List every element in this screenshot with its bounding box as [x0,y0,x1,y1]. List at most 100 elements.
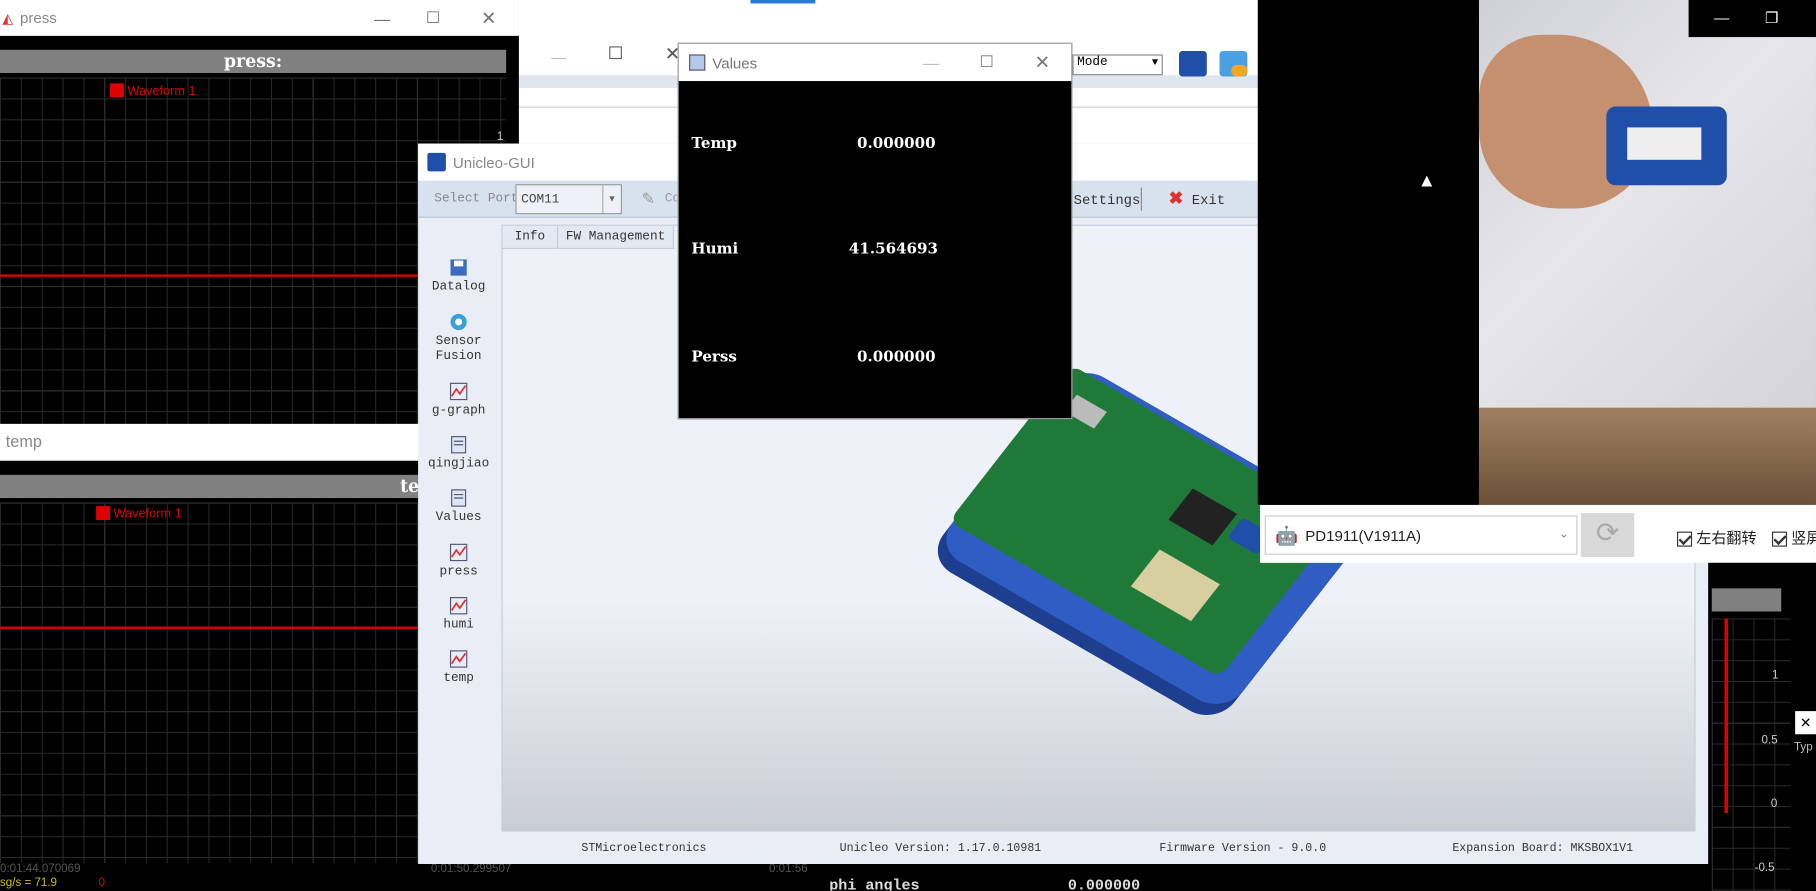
tab-info[interactable]: Info [502,225,559,250]
maximize-icon[interactable] [609,46,622,60]
time-label: 0:01:50.299507 [430,862,512,876]
window-title: Unicleo-GUI [452,153,535,171]
sidebar-item-temp[interactable]: temp [418,650,499,686]
maximize-icon[interactable]: ☐ [405,0,461,36]
humi-value: 41.564693 [848,240,938,259]
sidebar-item-press[interactable]: press [418,543,499,579]
flip-horizontal-checkbox[interactable]: 左右翻转 [1677,526,1757,548]
phone-mirror-window: — ❐ ▲ [1257,0,1816,505]
graph-icon [449,382,468,401]
flip-v-label: 竖屏 [1791,529,1816,547]
close-icon[interactable]: ✕ [1015,44,1071,80]
window-title: Values [712,53,758,72]
exit-button[interactable]: Exit [1192,192,1225,208]
time-label: 0:01:44.070069 [0,862,81,876]
legend-swatch [96,506,111,521]
plot-title-bar [1711,588,1782,612]
doc-icon [689,54,706,71]
camera-image [1478,0,1816,505]
flip-h-label: 左右翻转 [1696,529,1757,547]
cloud-icon[interactable] [1219,50,1248,77]
values-window: Values — ☐ ✕ Temp 0.000000 Humi 41.56469… [677,42,1073,420]
sidebar-item-sensor-fusion[interactable]: Sensor Fusion [418,313,499,365]
select-port-label: Select Port [434,192,519,207]
mirror-titlebar: — ❐ [1688,0,1816,38]
maximize-icon[interactable]: ☐ [959,44,1015,80]
st-logo-icon [427,152,446,172]
fw-value: 9.0.0 [1291,843,1327,856]
plug-icon: ✎ [641,188,656,208]
flip-vertical-checkbox[interactable]: 竖屏 [1771,526,1816,548]
checkbox-icon [1677,531,1693,547]
footer-board: Expansion Board: MKSBOX1V1 [1452,843,1633,856]
temp-waveform [0,626,420,629]
sidebar-item-datalog[interactable]: Datalog [418,258,499,294]
tick-label: 1 [1771,669,1779,683]
minimize-icon[interactable]: — [1714,9,1729,26]
perss-label: Perss [691,348,737,366]
doc-icon [451,436,467,454]
status-value: 0 [98,876,105,890]
mode-select[interactable]: Mode ▼ [1072,54,1163,76]
legend-swatch [110,83,124,98]
version-label: Unicleo Version: [839,843,951,856]
doc-icon [451,489,467,507]
sidebar-item-label: press [439,565,478,580]
right-plot: 1 0.5 0 -0.5 ✕ Typ [1708,562,1816,891]
sidebar-item-label: Values [435,510,482,525]
fw-label: Firmware Version - [1159,843,1285,856]
temp-value: 0.000000 [857,135,936,153]
sidebar-item-values[interactable]: Values [418,489,499,525]
plot-title: te [0,474,420,499]
fusion-icon [450,313,467,331]
chevron-down-icon: ▼ [1151,56,1159,69]
axis-tick: 1 [496,130,504,144]
sidebar-item-label: g-graph [431,404,486,419]
tick-label: 0.5 [1761,734,1778,748]
refresh-button[interactable]: ⟳ [1580,513,1635,558]
chart-icon: ◭ [2,9,14,27]
restore-icon[interactable]: ❐ [1765,9,1778,28]
sidebar-item-label: Datalog [431,280,486,295]
graph-icon [449,650,468,668]
graph-icon [449,543,468,562]
settings-button[interactable]: Settings [1074,192,1141,208]
mode-label: Mode [1077,55,1108,70]
chevron-down-icon: ▼ [602,185,621,214]
footer-firmware: Firmware Version - 9.0.0 [1159,843,1326,856]
humi-label: Humi [691,240,739,259]
plot-title: press: [0,49,507,73]
sidebar-item-humi[interactable]: humi [418,596,499,632]
plot-title-text: te [400,476,420,497]
robot-icon[interactable] [1179,50,1207,77]
window-title: press [19,9,57,27]
sidebar-item-g-graph[interactable]: g-graph [418,382,499,418]
sidebar-item-qingjiao[interactable]: qingjiao [418,435,499,471]
footer-version: Unicleo Version: 1.17.0.10981 [840,843,1042,856]
phone-control-bar: 🤖 PD1911(V1911A) ⌄ ⟳ 左右翻转 竖屏 [1260,504,1816,563]
port-select[interactable]: COM11 ▼ [515,184,622,215]
desktop: — ✕ Mode ▼ ◭ press — ☐ ✕ press: Waveform… [0,0,1816,891]
close-icon[interactable]: ✕ [1795,711,1816,735]
sidebar-item-label: qingjiao [428,457,490,472]
footer-company: STMicroelectronics [581,843,707,856]
temp-grid [0,502,420,863]
tab-fw-management[interactable]: FW Management [558,225,675,250]
sidebar-item-label: Sensor Fusion [435,334,482,364]
checkbox-icon [1771,531,1788,547]
android-icon: 🤖 [1275,526,1299,547]
legend-label: Waveform 1 [113,507,182,522]
cursor-icon: ▲ [1417,171,1436,192]
floppy-icon [450,259,467,276]
device-select[interactable]: 🤖 PD1911(V1911A) ⌄ [1264,515,1578,555]
close-icon[interactable]: ✕ [461,0,517,36]
port-value: COM11 [521,193,560,208]
temp-label: Temp [691,135,737,153]
status-label: sg/s = 71.9 [0,876,57,890]
minimize-icon[interactable]: — [903,44,959,80]
board-label: Expansion Board: [1452,843,1564,856]
minimize-icon[interactable]: — [551,49,566,66]
minimize-icon[interactable]: — [354,0,410,36]
sidebar-item-label: temp [443,671,474,686]
device-name: PD1911(V1911A) [1305,526,1422,545]
